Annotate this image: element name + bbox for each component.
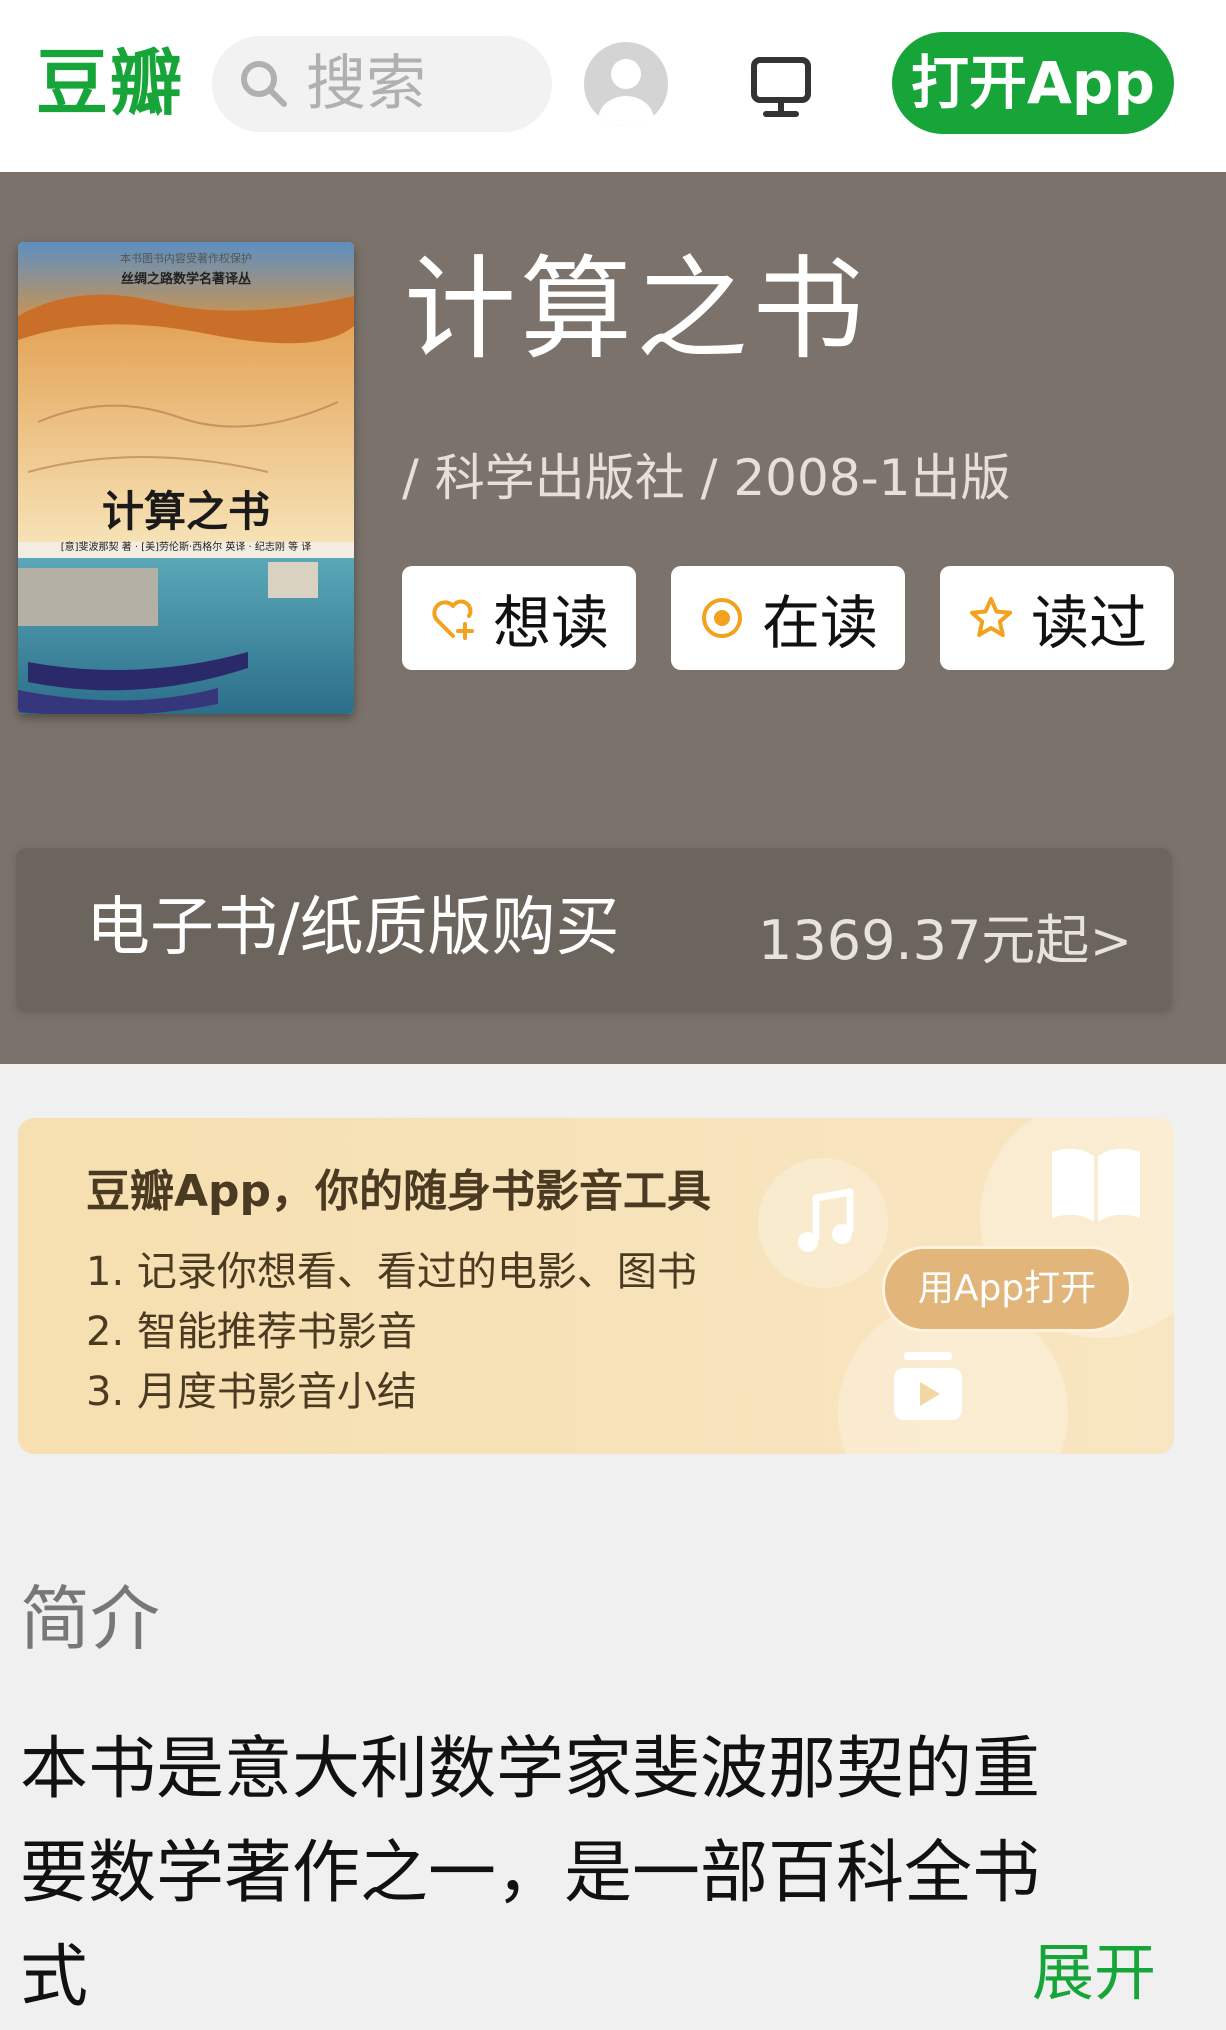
buy-price: 1369.37元起 xyxy=(758,909,1090,972)
monitor-icon[interactable] xyxy=(746,52,816,122)
music-icon xyxy=(798,1188,854,1252)
search-icon xyxy=(241,61,287,107)
avatar[interactable] xyxy=(584,42,668,126)
chevron-right-icon: > xyxy=(1090,912,1132,970)
heart-plus-icon xyxy=(432,599,474,640)
user-icon xyxy=(598,59,654,126)
target-icon xyxy=(701,598,742,638)
book-meta: / 科学出版社 / 2008-1出版 xyxy=(402,449,1011,507)
expand-intro-link[interactable]: 展开 xyxy=(1032,1928,1156,2018)
book-title: 计算之书 xyxy=(404,245,868,375)
book-icon xyxy=(1052,1148,1140,1222)
promo-item: 3. 月度书影音小结 xyxy=(86,1369,417,1415)
intro-text-line: 本书是意大利数学家斐波那契的重 xyxy=(20,1730,1041,1809)
want-to-read-label: 想读 xyxy=(492,589,609,657)
promo-item: 1. 记录你想看、看过的电影、图书 xyxy=(86,1249,697,1295)
promo-item: 2. 智能推荐书影音 xyxy=(86,1309,417,1355)
cover-top-line: 本书图书内容受著作权保护 xyxy=(120,252,252,265)
cover-authors: [意]斐波那契 著 · [美]劳伦斯·西格尔 英译 · 纪志刚 等 译 xyxy=(60,542,312,553)
open-in-app-button[interactable]: 用App打开 xyxy=(882,1246,1132,1332)
have-read-button[interactable]: 读过 xyxy=(940,566,1174,670)
open-app-button[interactable]: 打开App xyxy=(892,32,1174,134)
star-icon xyxy=(969,597,1012,637)
cover-title: 计算之书 xyxy=(101,487,270,536)
video-icon xyxy=(894,1352,962,1420)
promo-title: 豆瓣App，你的随身书影音工具 xyxy=(86,1166,712,1217)
douban-logo[interactable]: 豆瓣 xyxy=(36,38,184,128)
intro-heading: 简介 xyxy=(20,1578,160,1660)
reading-label: 在读 xyxy=(761,589,878,657)
search-placeholder: 搜索 xyxy=(306,49,426,119)
book-cover[interactable]: 本书图书内容受著作权保护 丝绸之路数学名著译丛 计算之书 [意]斐波那契 著 ·… xyxy=(18,242,354,714)
intro-text-line: 式 xyxy=(20,1938,89,2017)
want-to-read-button[interactable]: 想读 xyxy=(402,566,636,670)
reading-button[interactable]: 在读 xyxy=(671,566,905,670)
intro-text-line: 要数学著作之一，是一部百科全书 xyxy=(20,1834,1041,1913)
cover-series: 丝绸之路数学名著译丛 xyxy=(120,272,251,287)
have-read-label: 读过 xyxy=(1030,589,1147,657)
buy-label: 电子书/纸质版购买 xyxy=(86,891,620,965)
